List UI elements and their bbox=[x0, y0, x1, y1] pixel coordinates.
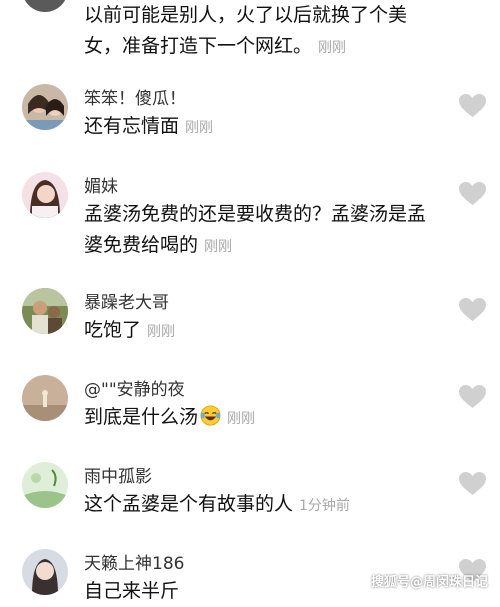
comment-time: 1分钟前 bbox=[299, 498, 350, 514]
avatar[interactable] bbox=[22, 84, 68, 130]
comment-text-container: 孟婆汤免费的还是要收费的？孟婆汤是孟婆免费给喝的 刚刚 bbox=[84, 199, 444, 263]
comment-time: 刚刚 bbox=[147, 324, 176, 340]
heart-icon[interactable] bbox=[459, 472, 486, 496]
comment-text: 孟婆汤免费的还是要收费的？孟婆汤是孟婆免费给喝的 bbox=[84, 203, 427, 256]
avatar[interactable] bbox=[22, 0, 68, 12]
comment-text-container: 还有忘情面 刚刚 bbox=[84, 111, 444, 144]
comment-text: 到底是什么汤 bbox=[84, 406, 199, 428]
comment-text-container: 以前可能是别人，火了以后就换了个美女，准备打造下一个网红。 刚刚 bbox=[84, 0, 444, 64]
username[interactable]: 笨笨！傻瓜！ bbox=[84, 88, 186, 110]
comment-text-container: 到底是什么汤 刚刚 bbox=[84, 402, 444, 435]
avatar[interactable] bbox=[22, 375, 68, 421]
comment-text: 以前可能是别人，火了以后就换了个美女，准备打造下一个网红。 bbox=[84, 4, 408, 57]
username[interactable]: 暴躁老大哥 bbox=[84, 292, 169, 314]
comment-time: 刚刚 bbox=[227, 411, 256, 427]
heart-icon[interactable] bbox=[459, 298, 486, 322]
username[interactable]: 天籁上神186 bbox=[84, 553, 184, 575]
comment-time: 刚刚 bbox=[185, 120, 214, 136]
comment-text: 还有忘情面 bbox=[84, 115, 180, 137]
sohu-logo-icon bbox=[356, 577, 369, 589]
watermark-text: 搜狐号@周闵珠日记 bbox=[370, 575, 488, 590]
avatar[interactable] bbox=[22, 549, 68, 595]
comment-text: 这个孟婆是个有故事的人 bbox=[84, 493, 294, 515]
avatar[interactable] bbox=[22, 462, 68, 508]
comment-time: 刚刚 bbox=[318, 40, 347, 56]
comment-text: 自己来半斤 bbox=[84, 580, 180, 602]
comment-text-container: 吃饱了 刚刚 bbox=[84, 315, 444, 348]
watermark: 搜狐号@周闵珠日记 bbox=[356, 571, 488, 590]
username[interactable]: 雨中孤影 bbox=[84, 466, 152, 488]
comment-text: 吃饱了 bbox=[84, 319, 142, 341]
heart-icon[interactable] bbox=[459, 182, 486, 206]
laughing-tears-emoji bbox=[200, 405, 221, 426]
username[interactable]: 媚妹 bbox=[84, 176, 118, 198]
heart-icon[interactable] bbox=[459, 94, 486, 118]
heart-icon[interactable] bbox=[459, 385, 486, 409]
comment-text-container: 这个孟婆是个有故事的人 1分钟前 bbox=[84, 489, 444, 522]
avatar[interactable] bbox=[22, 288, 68, 334]
avatar[interactable] bbox=[22, 172, 68, 218]
comment-time: 刚刚 bbox=[204, 239, 233, 255]
username[interactable]: @""安静的夜 bbox=[84, 379, 185, 401]
